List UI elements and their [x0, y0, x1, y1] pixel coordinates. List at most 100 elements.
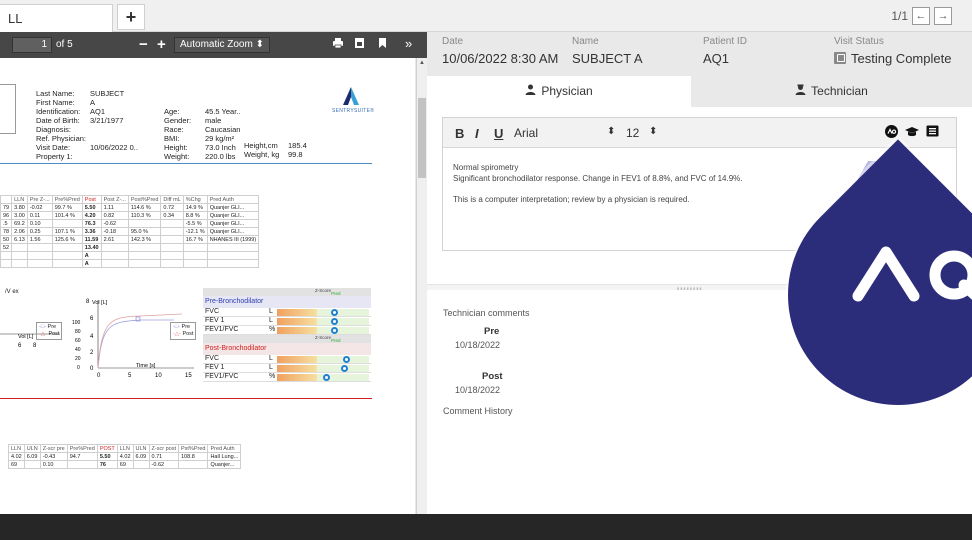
table-header-cell: %Chg: [182, 195, 208, 204]
interpretation-line: This is a computer interpretation; revie…: [453, 195, 690, 204]
value-visit-date: 10/06/2022 0..: [90, 143, 138, 152]
table-header-cell: Post%Pred: [127, 195, 162, 204]
table-cell: [100, 259, 129, 268]
zscore-label: FVC: [205, 308, 219, 315]
download-icon[interactable]: [354, 37, 365, 52]
table-cell: 125.6 %: [51, 235, 83, 244]
page-number-input[interactable]: 1: [12, 37, 52, 53]
zscore-unit: L: [269, 317, 273, 324]
device-bezel: [0, 514, 972, 540]
vt-tick-y2-0: 0: [77, 365, 80, 371]
zscore-title: Z-Score: [315, 288, 332, 293]
table-cell: 8.8 %: [182, 211, 208, 220]
aq-icon[interactable]: [885, 125, 898, 138]
header-box: [0, 84, 16, 134]
table-cell: [11, 243, 28, 252]
table-cell: [160, 235, 184, 244]
table-cell: 6.09: [132, 452, 150, 461]
table-cell: 4.02: [8, 452, 25, 461]
list-icon[interactable]: [926, 125, 939, 138]
vt-tick-x-0: 0: [97, 373, 101, 378]
pdf-viewer: 1 of 5 − + Automatic Zoom ⬍ » Last Name: …: [0, 32, 427, 514]
arrow-right-icon[interactable]: →: [934, 7, 952, 25]
table-header-cell: Z-scr post: [148, 444, 179, 453]
zscore-row: FEV 1 L: [203, 317, 371, 326]
chevron-updown-icon[interactable]: ⬍: [649, 126, 657, 137]
graduation-cap-icon[interactable]: [905, 125, 919, 138]
table-cell: 0.10: [26, 219, 53, 228]
tab-physician[interactable]: Physician: [427, 76, 691, 107]
editor-toolbar: B I U Arial ⬍ 12 ⬍: [443, 118, 956, 148]
zscore-label: FEV 1: [205, 317, 225, 324]
pdf-scrollbar[interactable]: ▲: [416, 58, 427, 514]
section-divider: [0, 163, 372, 164]
table-cell: 4.20: [81, 211, 102, 220]
fv-tick-8: 8: [33, 343, 37, 349]
table-header-cell: ULN: [132, 444, 150, 453]
pdf-page: Last Name: First Name: Identification: D…: [0, 58, 415, 514]
table-cell: 0.82: [100, 211, 129, 220]
interpretation-line: Significant bronchodilator response. Cha…: [453, 174, 743, 183]
font-size-value: 12: [626, 126, 640, 140]
zscore-unit: L: [269, 364, 273, 371]
zscore-row: FVC L: [203, 355, 371, 364]
table-header-cell: Pre Z-...: [26, 195, 53, 204]
tab-technician[interactable]: Technician: [691, 76, 972, 107]
table-cell: Hall Lung...: [207, 452, 242, 461]
add-tab-button[interactable]: +: [117, 4, 145, 30]
fv-vol-label: Vol [L]: [18, 334, 34, 340]
technician-comments-title: Technician comments: [443, 308, 530, 318]
scroll-thumb[interactable]: [418, 98, 426, 178]
print-icon[interactable]: [332, 37, 344, 52]
table-cell: [0, 259, 13, 268]
table-cell: [100, 251, 129, 260]
zscore-marker-icon: [331, 327, 338, 334]
physician-icon: [525, 77, 536, 107]
underline-button[interactable]: U: [494, 126, 503, 141]
table-cell: [127, 251, 162, 260]
font-family-select[interactable]: Arial: [514, 126, 538, 140]
bookmark-icon[interactable]: [378, 37, 387, 52]
scroll-up-icon[interactable]: ▲: [419, 60, 425, 66]
interpretation-line: Normal spirometry: [453, 163, 519, 172]
chevron-updown-icon[interactable]: ⬍: [607, 126, 615, 137]
pager-text: 1/1: [891, 9, 908, 23]
pre-bronchodilator-header: Pre-Bronchodilator: [203, 296, 371, 308]
label-property: Property 1:: [36, 152, 73, 161]
vt-vol-label: Vol [L]: [92, 300, 108, 306]
table-row: .5 69.2 0.10 76.3 -0.62 -5.5 % Quanjer GLI...: [0, 219, 260, 228]
table-cell: Quanjer GLI...: [206, 219, 260, 228]
table-cell: 5.50: [81, 203, 102, 212]
visit-pager: 1/1 ← →: [891, 7, 952, 25]
zoom-select[interactable]: Automatic Zoom ⬍: [174, 37, 270, 53]
aq-logo-icon: [850, 238, 972, 313]
zoom-value: Automatic Zoom: [180, 39, 253, 50]
table-header-cell: ULN: [23, 444, 41, 453]
value-weight: 220.0 lbs: [205, 152, 236, 161]
font-size-select[interactable]: 12: [626, 126, 639, 140]
zscore-unit: L: [269, 355, 273, 362]
table-cell: [206, 243, 260, 252]
summary-table: LLN ULN Z-scr pre Pre%Pred POST LLN ULN Z-scr p…: [8, 444, 242, 469]
value-dob: 3/21/1977: [90, 116, 124, 125]
editor-content[interactable]: Normal spirometry Significant bronchodil…: [453, 162, 743, 205]
expand-sidebar-button[interactable]: »: [405, 36, 412, 51]
zscore-unit: %: [269, 326, 276, 333]
italic-button[interactable]: I: [475, 126, 479, 141]
table-cell: Quanjer GLI...: [206, 203, 260, 212]
arrow-left-icon[interactable]: ←: [912, 7, 930, 25]
bold-button[interactable]: B: [455, 126, 464, 141]
zscore-marker-icon: [323, 374, 330, 381]
table-cell: 114.6 %: [127, 203, 162, 212]
label-weight: Weight:: [164, 152, 190, 161]
table-header-cell: Post Z-...: [100, 195, 129, 204]
table-cell: 50: [0, 235, 13, 244]
zoom-out-button[interactable]: −: [139, 36, 148, 53]
document-tab[interactable]: LL: [0, 4, 113, 32]
visit-patient-id: Patient ID AQ1: [703, 36, 747, 66]
table-header-cell: Z-scr pre: [39, 444, 68, 453]
zoom-in-button[interactable]: +: [157, 36, 166, 53]
chevron-updown-icon: ⬍: [255, 39, 264, 50]
table-cell: [0, 251, 13, 260]
zscore-pred-label: Pred: [331, 291, 341, 296]
